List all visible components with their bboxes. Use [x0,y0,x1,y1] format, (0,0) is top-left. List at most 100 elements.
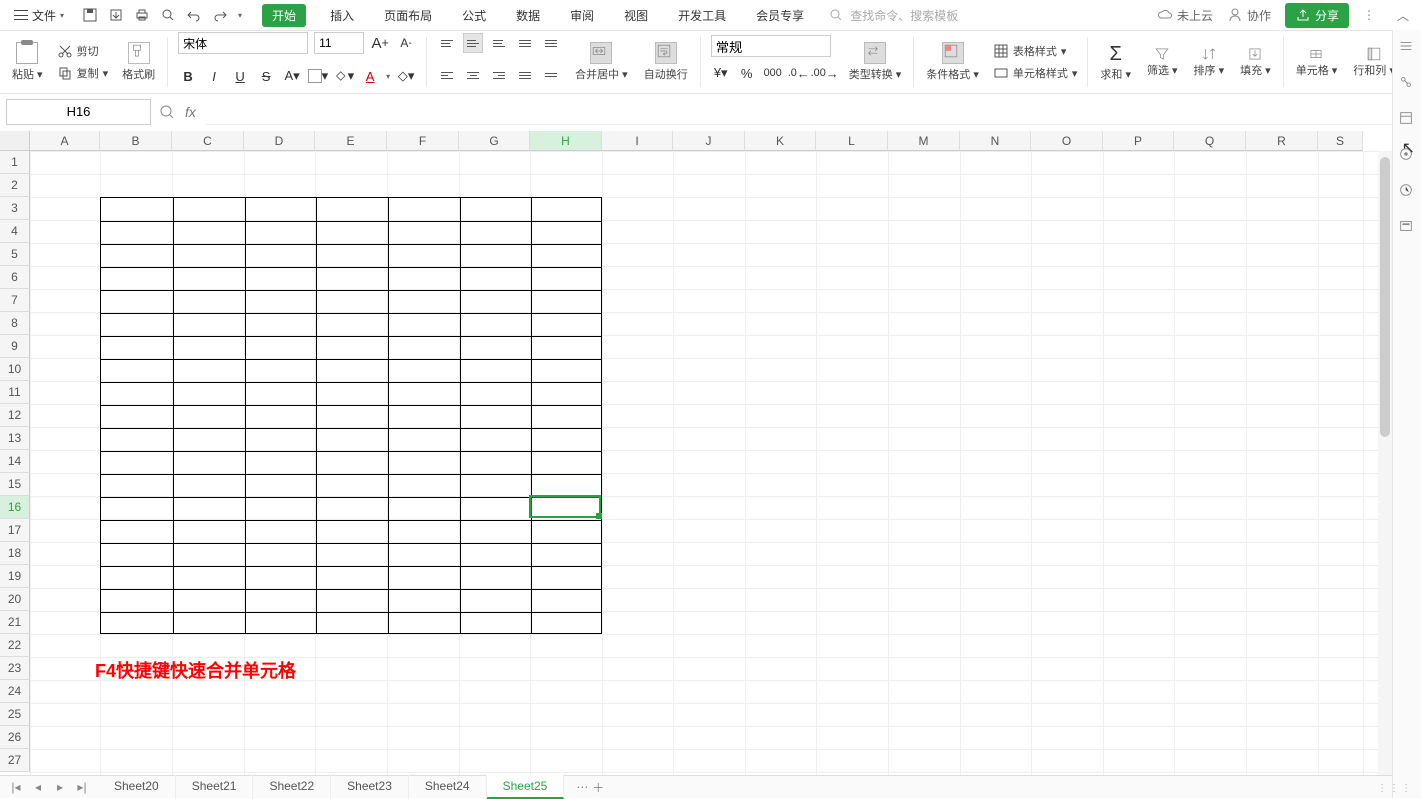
sort-button[interactable]: 排序 ▾ [1188,31,1231,93]
cell-style-button[interactable]: 单元格样式 ▾ [993,65,1078,81]
row-header[interactable]: 2 [0,174,30,197]
row-header[interactable]: 9 [0,335,30,358]
tab-home[interactable]: 开始 [262,4,306,27]
row-header[interactable]: 11 [0,381,30,404]
sheet-tab[interactable]: Sheet24 [409,775,487,799]
col-header[interactable]: I [602,131,673,151]
row-header[interactable]: 14 [0,450,30,473]
row-header[interactable]: 4 [0,220,30,243]
tab-view[interactable]: 视图 [618,5,654,26]
row-header[interactable]: 17 [0,519,30,542]
tab-insert[interactable]: 插入 [324,5,360,26]
decrease-font-icon[interactable]: A- [396,33,416,53]
align-bottom-button[interactable] [489,33,509,53]
col-header[interactable]: H [530,131,602,151]
cloud-status[interactable]: 未上云 [1157,7,1213,24]
align-right-button[interactable] [489,65,509,85]
row-header[interactable]: 23 [0,657,30,680]
row-header[interactable]: 25 [0,703,30,726]
zoom-icon[interactable] [159,104,175,120]
sheet-list-icon[interactable]: ⋯ [574,779,590,795]
table-style-button[interactable]: 表格样式 ▾ [993,43,1078,59]
tab-page-layout[interactable]: 页面布局 [378,5,438,26]
col-header[interactable]: G [459,131,530,151]
strikethrough-button[interactable]: S [256,66,276,86]
borders-button[interactable]: ▾ [308,66,328,86]
paste-button[interactable]: 粘贴 ▾ [6,31,49,93]
copy-button[interactable]: 复制 ▾ [57,65,109,81]
fill-color-button[interactable]: ▾ [334,66,354,86]
sheet-tab[interactable]: Sheet21 [176,775,254,799]
col-header[interactable]: E [315,131,387,151]
increase-decimal-button[interactable]: .0← [789,63,809,83]
row-header[interactable]: 15 [0,473,30,496]
cut-button[interactable]: 剪切 [57,43,109,59]
fill-button[interactable]: 填充 ▾ [1234,31,1277,93]
row-header[interactable]: 10 [0,358,30,381]
collapse-ribbon-icon[interactable]: ︿ [1393,5,1413,25]
row-header[interactable]: 27 [0,749,30,772]
file-menu[interactable]: 文件 ▾ [8,5,70,26]
col-header[interactable]: F [387,131,459,151]
clear-format-button[interactable]: ◇▾ [396,66,416,86]
percent-button[interactable]: % [737,63,757,83]
align-left-button[interactable] [437,65,457,85]
col-header[interactable]: Q [1174,131,1246,151]
panel-select-icon[interactable] [1398,74,1416,92]
tab-developer[interactable]: 开发工具 [672,5,732,26]
select-all-corner[interactable] [0,131,30,151]
tab-data[interactable]: 数据 [510,5,546,26]
row-header[interactable]: 13 [0,427,30,450]
vertical-scrollbar[interactable] [1378,151,1392,775]
tab-review[interactable]: 审阅 [564,5,600,26]
sheet-tab[interactable]: Sheet22 [253,775,331,799]
scroll-thumb[interactable] [1380,157,1390,437]
row-header[interactable]: 3 [0,197,30,220]
increase-font-icon[interactable]: A+ [370,33,390,53]
wrap-button[interactable]: 自动换行 [638,31,694,93]
type-convert-button[interactable]: 类型转换 ▾ [843,31,908,93]
orientation-button[interactable] [541,65,561,85]
sheet-tab[interactable]: Sheet23 [331,775,409,799]
tab-member[interactable]: 会员专享 [750,5,810,26]
row-header[interactable]: 26 [0,726,30,749]
row-header[interactable]: 6 [0,266,30,289]
merge-button[interactable]: 合并居中 ▾ [569,31,634,93]
col-header[interactable]: M [888,131,960,151]
print-icon[interactable] [134,7,150,23]
more-font-button[interactable]: A▾ [282,66,302,86]
command-search[interactable]: 查找命令、搜索模板 [828,7,958,24]
align-center-button[interactable] [463,65,483,85]
more-menu-icon[interactable]: ⋮ [1363,8,1375,22]
sheet-first-icon[interactable]: |◂ [8,779,24,795]
bold-button[interactable]: B [178,66,198,86]
col-header[interactable]: B [100,131,172,151]
undo-icon[interactable] [186,7,202,23]
row-header[interactable]: 8 [0,312,30,335]
indent-decrease-button[interactable] [515,33,535,53]
col-header[interactable]: R [1246,131,1318,151]
col-header[interactable]: O [1031,131,1103,151]
col-header[interactable]: N [960,131,1031,151]
export-icon[interactable] [108,7,124,23]
align-top-button[interactable] [437,33,457,53]
col-header[interactable]: S [1318,131,1363,151]
row-header[interactable]: 7 [0,289,30,312]
row-header[interactable]: 1 [0,151,30,174]
filter-button[interactable]: 筛选 ▾ [1141,31,1184,93]
cond-format-button[interactable]: 条件格式 ▾ [920,31,985,93]
row-header[interactable]: 5 [0,243,30,266]
formula-input[interactable] [206,99,1415,125]
panel-backup-icon[interactable] [1398,182,1416,200]
cells-area[interactable]: F4快捷键快速合并单元格 [30,151,1392,775]
tab-formulas[interactable]: 公式 [456,5,492,26]
preview-icon[interactable] [160,7,176,23]
sheet-last-icon[interactable]: ▸| [74,779,90,795]
col-header[interactable]: P [1103,131,1174,151]
italic-button[interactable]: I [204,66,224,86]
row-header[interactable]: 22 [0,634,30,657]
redo-icon[interactable] [212,7,228,23]
comma-button[interactable]: 000 [763,63,783,83]
indent-increase-button[interactable] [541,33,561,53]
row-header[interactable]: 18 [0,542,30,565]
